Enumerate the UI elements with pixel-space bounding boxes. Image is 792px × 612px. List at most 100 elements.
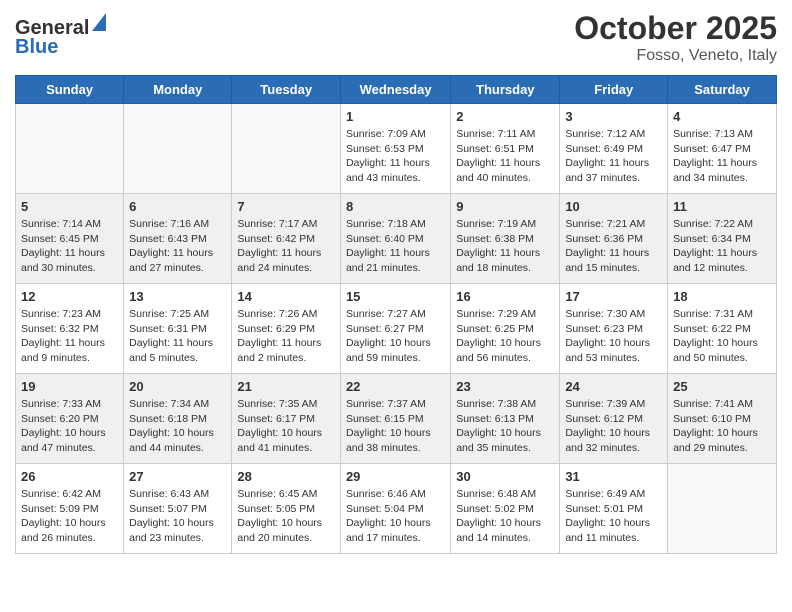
day-info: Sunrise: 7:17 AM Sunset: 6:42 PM Dayligh… <box>237 217 335 276</box>
day-info: Sunrise: 7:38 AM Sunset: 6:13 PM Dayligh… <box>456 397 554 456</box>
day-number: 19 <box>21 379 118 394</box>
calendar-cell <box>232 104 341 194</box>
calendar-cell: 24Sunrise: 7:39 AM Sunset: 6:12 PM Dayli… <box>560 374 668 464</box>
calendar-cell: 20Sunrise: 7:34 AM Sunset: 6:18 PM Dayli… <box>124 374 232 464</box>
calendar-cell: 28Sunrise: 6:45 AM Sunset: 5:05 PM Dayli… <box>232 464 341 554</box>
day-number: 16 <box>456 289 554 304</box>
day-info: Sunrise: 6:45 AM Sunset: 5:05 PM Dayligh… <box>237 487 335 546</box>
day-info: Sunrise: 7:23 AM Sunset: 6:32 PM Dayligh… <box>21 307 118 366</box>
day-info: Sunrise: 7:18 AM Sunset: 6:40 PM Dayligh… <box>346 217 445 276</box>
calendar-cell: 16 Sunrise: 7:29 AM Sunset: 6:25 PM Dayli… <box>451 284 560 374</box>
day-info: Sunrise: 7:16 AM Sunset: 6:43 PM Dayligh… <box>129 217 226 276</box>
col-saturday: Saturday <box>668 76 777 104</box>
day-number: 14 <box>237 289 335 304</box>
calendar-cell: 23Sunrise: 7:38 AM Sunset: 6:13 PM Dayli… <box>451 374 560 464</box>
calendar-week-row: 12 Sunrise: 7:23 AM Sunset: 6:32 PM Dayli… <box>16 284 777 374</box>
calendar-cell: 27Sunrise: 6:43 AM Sunset: 5:07 PM Dayli… <box>124 464 232 554</box>
day-info: Sunrise: 7:11 AM Sunset: 6:51 PM Dayligh… <box>456 127 554 186</box>
day-number: 31 <box>565 469 662 484</box>
calendar-cell: 3 Sunrise: 7:12 AM Sunset: 6:49 PM Daylig… <box>560 104 668 194</box>
calendar-cell: 4Sunrise: 7:13 AM Sunset: 6:47 PM Daylig… <box>668 104 777 194</box>
calendar-cell <box>668 464 777 554</box>
day-number: 21 <box>237 379 335 394</box>
day-info: Sunrise: 6:43 AM Sunset: 5:07 PM Dayligh… <box>129 487 226 546</box>
day-info: Sunrise: 7:37 AM Sunset: 6:15 PM Dayligh… <box>346 397 445 456</box>
day-number: 5 <box>21 199 118 214</box>
calendar-cell: 13 Sunrise: 7:25 AM Sunset: 6:31 PM Dayli… <box>124 284 232 374</box>
calendar-cell: 8 Sunrise: 7:18 AM Sunset: 6:40 PM Daylig… <box>340 194 450 284</box>
calendar-cell: 22 Sunrise: 7:37 AM Sunset: 6:15 PM Dayli… <box>340 374 450 464</box>
day-info: Sunrise: 7:33 AM Sunset: 6:20 PM Dayligh… <box>21 397 118 456</box>
calendar-cell: 26Sunrise: 6:42 AM Sunset: 5:09 PM Dayli… <box>16 464 124 554</box>
day-number: 25 <box>673 379 771 394</box>
day-number: 7 <box>237 199 335 214</box>
day-info: Sunrise: 6:49 AM Sunset: 5:01 PM Dayligh… <box>565 487 662 546</box>
calendar-cell: 15Sunrise: 7:27 AM Sunset: 6:27 PM Dayli… <box>340 284 450 374</box>
calendar-cell: 6 Sunrise: 7:16 AM Sunset: 6:43 PM Daylig… <box>124 194 232 284</box>
calendar-week-row: 19 Sunrise: 7:33 AM Sunset: 6:20 PM Dayli… <box>16 374 777 464</box>
day-number: 18 <box>673 289 771 304</box>
calendar-subtitle: Fosso, Veneto, Italy <box>574 47 777 65</box>
calendar-header-row: Sunday Monday Tuesday Wednesday Thursday… <box>16 76 777 104</box>
day-info: Sunrise: 7:22 AM Sunset: 6:34 PM Dayligh… <box>673 217 771 276</box>
calendar-cell: 31 Sunrise: 6:49 AM Sunset: 5:01 PM Dayli… <box>560 464 668 554</box>
day-number: 6 <box>129 199 226 214</box>
logo-blue: Blue <box>15 36 58 59</box>
calendar-cell: 1 Sunrise: 7:09 AM Sunset: 6:53 PM Daylig… <box>340 104 450 194</box>
col-thursday: Thursday <box>451 76 560 104</box>
calendar-cell: 12 Sunrise: 7:23 AM Sunset: 6:32 PM Dayli… <box>16 284 124 374</box>
calendar-cell <box>16 104 124 194</box>
calendar-cell: 25 Sunrise: 7:41 AM Sunset: 6:10 PM Dayli… <box>668 374 777 464</box>
day-number: 20 <box>129 379 226 394</box>
col-monday: Monday <box>124 76 232 104</box>
col-sunday: Sunday <box>16 76 124 104</box>
calendar-week-row: 1 Sunrise: 7:09 AM Sunset: 6:53 PM Daylig… <box>16 104 777 194</box>
day-info: Sunrise: 7:31 AM Sunset: 6:22 PM Dayligh… <box>673 307 771 366</box>
day-info: Sunrise: 7:19 AM Sunset: 6:38 PM Dayligh… <box>456 217 554 276</box>
day-info: Sunrise: 7:09 AM Sunset: 6:53 PM Dayligh… <box>346 127 445 186</box>
logo: General Blue <box>15 17 106 59</box>
day-info: Sunrise: 7:25 AM Sunset: 6:31 PM Dayligh… <box>129 307 226 366</box>
day-info: Sunrise: 7:27 AM Sunset: 6:27 PM Dayligh… <box>346 307 445 366</box>
calendar-cell: 21 Sunrise: 7:35 AM Sunset: 6:17 PM Dayli… <box>232 374 341 464</box>
day-info: Sunrise: 7:29 AM Sunset: 6:25 PM Dayligh… <box>456 307 554 366</box>
day-number: 12 <box>21 289 118 304</box>
day-number: 8 <box>346 199 445 214</box>
day-number: 22 <box>346 379 445 394</box>
day-info: Sunrise: 7:13 AM Sunset: 6:47 PM Dayligh… <box>673 127 771 186</box>
col-wednesday: Wednesday <box>340 76 450 104</box>
calendar-cell: 19 Sunrise: 7:33 AM Sunset: 6:20 PM Dayli… <box>16 374 124 464</box>
calendar-cell: 2 Sunrise: 7:11 AM Sunset: 6:51 PM Daylig… <box>451 104 560 194</box>
calendar-cell <box>124 104 232 194</box>
header: General Blue October 2025 Fosso, Veneto,… <box>15 10 777 65</box>
day-number: 1 <box>346 109 445 124</box>
calendar-cell: 29Sunrise: 6:46 AM Sunset: 5:04 PM Dayli… <box>340 464 450 554</box>
day-number: 11 <box>673 199 771 214</box>
day-info: Sunrise: 7:26 AM Sunset: 6:29 PM Dayligh… <box>237 307 335 366</box>
day-number: 17 <box>565 289 662 304</box>
day-number: 3 <box>565 109 662 124</box>
col-tuesday: Tuesday <box>232 76 341 104</box>
calendar-week-row: 5 Sunrise: 7:14 AM Sunset: 6:45 PM Daylig… <box>16 194 777 284</box>
calendar-cell: 7 Sunrise: 7:17 AM Sunset: 6:42 PM Daylig… <box>232 194 341 284</box>
day-info: Sunrise: 7:12 AM Sunset: 6:49 PM Dayligh… <box>565 127 662 186</box>
day-number: 29 <box>346 469 445 484</box>
calendar-cell: 14 Sunrise: 7:26 AM Sunset: 6:29 PM Dayli… <box>232 284 341 374</box>
col-friday: Friday <box>560 76 668 104</box>
day-number: 10 <box>565 199 662 214</box>
day-info: Sunrise: 7:14 AM Sunset: 6:45 PM Dayligh… <box>21 217 118 276</box>
page: General Blue October 2025 Fosso, Veneto,… <box>0 0 792 564</box>
day-info: Sunrise: 7:35 AM Sunset: 6:17 PM Dayligh… <box>237 397 335 456</box>
calendar-title: October 2025 <box>574 10 777 47</box>
calendar-cell: 9Sunrise: 7:19 AM Sunset: 6:38 PM Daylig… <box>451 194 560 284</box>
day-info: Sunrise: 7:41 AM Sunset: 6:10 PM Dayligh… <box>673 397 771 456</box>
day-info: Sunrise: 6:42 AM Sunset: 5:09 PM Dayligh… <box>21 487 118 546</box>
calendar-cell: 30Sunrise: 6:48 AM Sunset: 5:02 PM Dayli… <box>451 464 560 554</box>
day-number: 24 <box>565 379 662 394</box>
day-number: 30 <box>456 469 554 484</box>
day-number: 13 <box>129 289 226 304</box>
logo-triangle-icon <box>92 13 106 36</box>
day-info: Sunrise: 7:21 AM Sunset: 6:36 PM Dayligh… <box>565 217 662 276</box>
calendar-cell: 10 Sunrise: 7:21 AM Sunset: 6:36 PM Dayli… <box>560 194 668 284</box>
day-number: 2 <box>456 109 554 124</box>
